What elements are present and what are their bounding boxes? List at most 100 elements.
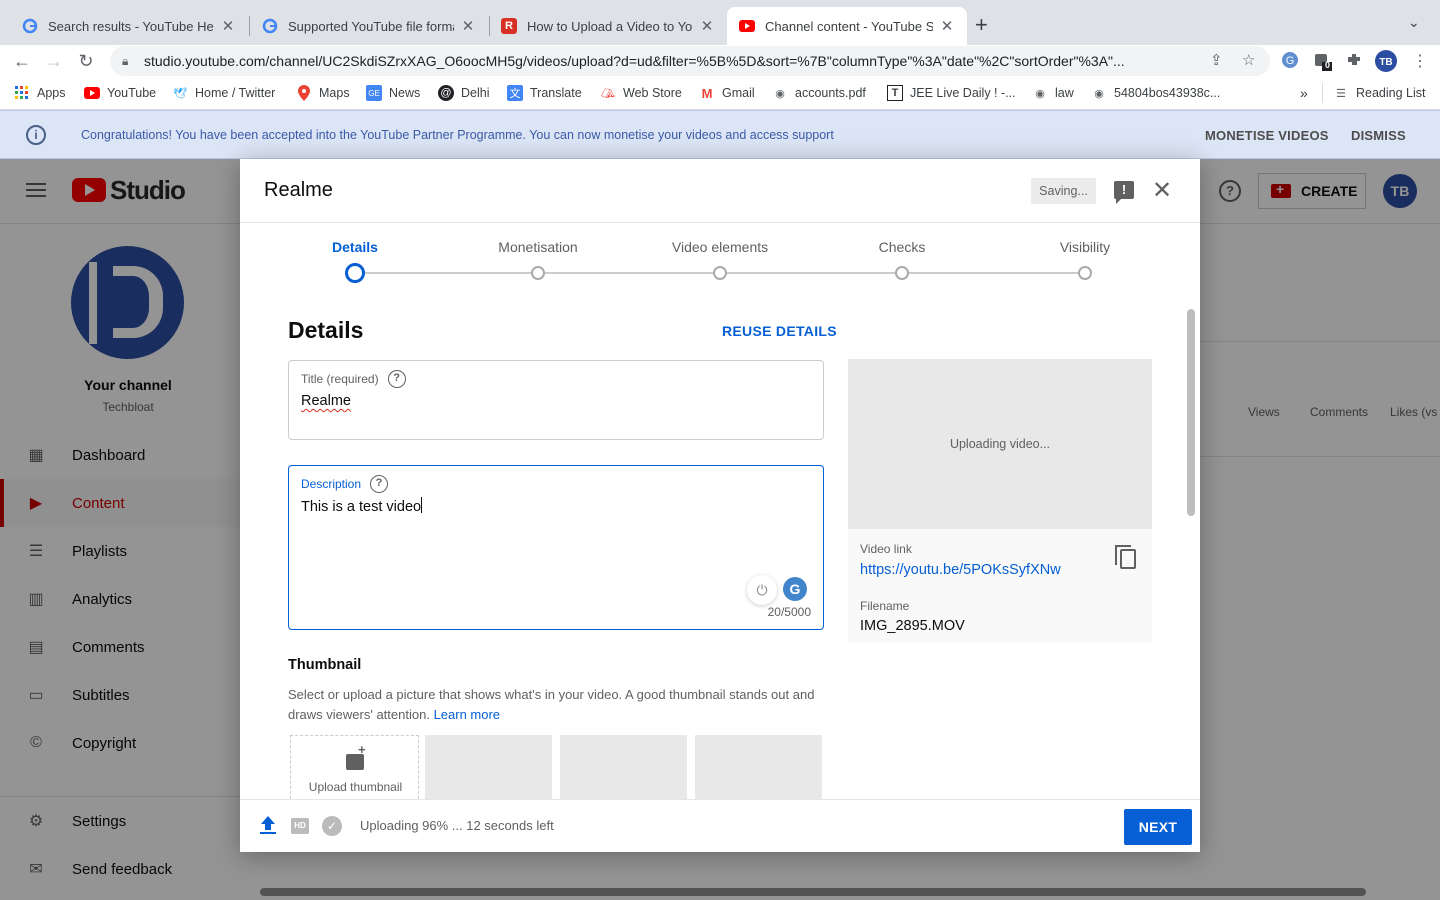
close-icon[interactable]: ✕ [1152, 177, 1172, 205]
thumbnail-heading: Thumbnail [288, 657, 362, 673]
hd-processing-icon[interactable]: HD [291, 818, 309, 834]
bookmarks-overflow-chevron-icon[interactable]: » [1300, 85, 1308, 101]
help-icon[interactable]: ? [387, 370, 406, 388]
upload-progress-text: Uploading 96% ... 12 seconds left [360, 818, 554, 833]
learn-more-link[interactable]: Learn more [434, 707, 500, 722]
close-tab-icon[interactable]: ✕ [460, 17, 476, 35]
step-dot-checks[interactable] [895, 266, 909, 280]
browser-menu-icon[interactable]: ⋮ [1412, 51, 1432, 71]
description-input[interactable]: This is a test video [301, 497, 423, 515]
r-site-icon: R [501, 18, 517, 34]
step-visibility[interactable]: Visibility [1015, 239, 1155, 255]
reading-list-icon: ☰ [1336, 87, 1346, 100]
help-icon[interactable]: ? [370, 475, 389, 493]
vertical-scrollbar[interactable] [1187, 309, 1195, 516]
step-details[interactable]: Details [285, 239, 425, 255]
step-checks[interactable]: Checks [832, 239, 972, 255]
close-tab-icon[interactable]: ✕ [220, 17, 236, 35]
thumbnail-option[interactable] [560, 735, 687, 799]
globe-icon: ◉ [1094, 87, 1104, 100]
title-field[interactable]: Title (required)? Realme [288, 360, 824, 440]
share-icon[interactable]: ⇪ [1210, 51, 1223, 69]
description-field[interactable]: Description? This is a test video ⏻ G 20… [288, 465, 824, 630]
power-icon[interactable]: ⏻ [747, 575, 777, 605]
globe-icon: ◉ [1035, 87, 1045, 100]
svg-text:G: G [1286, 55, 1295, 67]
add-image-icon [346, 742, 366, 770]
step-monetisation[interactable]: Monetisation [468, 239, 608, 255]
dismiss-button[interactable]: DISMISS [1351, 128, 1406, 143]
video-preview-card: Uploading video... Video link https://yo… [848, 359, 1152, 643]
step-dot-visibility[interactable] [1078, 266, 1092, 280]
step-dot-details[interactable] [345, 263, 365, 283]
title-field-label: Title (required)? [301, 370, 406, 388]
extension-badge-count: 0 [1325, 60, 1331, 70]
browser-tab[interactable]: Search results - YouTube Help ✕ [10, 7, 248, 45]
bookmark-web-store[interactable]: ⛺︎ Web Store [600, 85, 682, 101]
thumbnail-option[interactable] [695, 735, 822, 799]
maps-pin-icon [296, 85, 312, 101]
bookmark-star-icon[interactable]: ☆ [1242, 51, 1255, 69]
reuse-details-button[interactable]: REUSE DETAILS [722, 323, 837, 339]
checks-complete-icon[interactable]: ✓ [322, 816, 342, 836]
bookmark-delhi[interactable]: @ Delhi [438, 85, 490, 101]
reading-list-button[interactable]: ☰ Reading List [1333, 85, 1425, 101]
bookmark-youtube[interactable]: YouTube [84, 85, 156, 101]
browser-tab[interactable]: Supported YouTube file formats ✕ [250, 7, 488, 45]
web-store-icon: ⛺︎ [601, 87, 615, 100]
step-dot-monetisation[interactable] [531, 266, 545, 280]
feedback-icon[interactable]: ! [1114, 181, 1134, 204]
bookmark-twitter[interactable]: 🕊︎ Home / Twitter [172, 85, 275, 101]
step-video-elements[interactable]: Video elements [650, 239, 790, 255]
puzzle-extensions-icon[interactable] [1345, 51, 1365, 71]
bookmark-54804bos[interactable]: ◉ 54804bos43938c... [1091, 85, 1220, 101]
news-icon: GE [366, 85, 382, 101]
dialog-footer: HD ✓ Uploading 96% ... 12 seconds left N… [240, 799, 1200, 852]
thumbnail-description: Select or upload a picture that shows wh… [288, 687, 815, 722]
description-field-label: Description? [301, 475, 389, 493]
thumbnail-option[interactable] [425, 735, 552, 799]
globe-icon: ◉ [775, 87, 785, 100]
upload-stepper: Details Monetisation Video elements Chec… [240, 223, 1200, 293]
bookmark-news[interactable]: GE News [366, 85, 420, 101]
close-tab-icon[interactable]: ✕ [699, 17, 715, 35]
title-input-value[interactable]: Realme [301, 393, 351, 409]
bookmark-jee[interactable]: T JEE Live Daily ! -... [887, 85, 1016, 101]
next-button[interactable]: NEXT [1124, 809, 1192, 845]
upload-arrow-icon[interactable] [260, 816, 276, 836]
browser-tab[interactable]: R How to Upload a Video to YouTube ✕ [489, 7, 727, 45]
tab-search-chevron-icon[interactable]: ⌄ [1408, 14, 1420, 31]
filename-value: IMG_2895.MOV [860, 618, 965, 634]
grammarly-icon[interactable]: G [783, 577, 807, 601]
reload-icon[interactable]: ↻ [74, 49, 98, 73]
step-dot-video-elements[interactable] [713, 266, 727, 280]
bookmark-maps[interactable]: Maps [296, 85, 350, 101]
back-arrow-icon[interactable]: ← [10, 49, 34, 73]
copy-icon[interactable] [1115, 545, 1136, 569]
bookmark-translate[interactable]: 文 Translate [507, 85, 582, 101]
google-icon [262, 18, 278, 34]
extension-badge-icon[interactable]: 0 [1313, 51, 1333, 71]
close-tab-icon[interactable]: ✕ [939, 17, 955, 35]
google-icon [22, 18, 38, 34]
bookmark-gmail[interactable]: M Gmail [699, 85, 755, 101]
forward-arrow-icon[interactable]: → [42, 49, 66, 73]
dialog-header: Realme Saving... ! ✕ [240, 159, 1200, 223]
grammarly-extension-icon[interactable]: G [1281, 51, 1301, 71]
character-counter: 20/5000 [767, 605, 811, 619]
bookmark-accounts-pdf[interactable]: ◉ accounts.pdf [772, 85, 866, 101]
browser-tab-active[interactable]: Channel content - YouTube Studio ✕ [727, 7, 967, 45]
url-text[interactable]: studio.youtube.com/channel/UC2SkdiSZrxXA… [144, 53, 1194, 69]
address-bar[interactable]: 🔒︎ studio.youtube.com/channel/UC2SkdiSZr… [110, 46, 1270, 76]
video-link-label: Video link [860, 542, 912, 556]
profile-avatar-icon[interactable]: TB [1374, 49, 1398, 73]
upload-thumbnail-button[interactable]: Upload thumbnail [290, 735, 419, 799]
video-link[interactable]: https://youtu.be/5POKsSyfXNw [860, 562, 1061, 578]
monetise-videos-button[interactable]: MONETISE VIDEOS [1205, 128, 1329, 143]
youtube-icon [84, 85, 100, 101]
bookmark-law[interactable]: ◉ law [1032, 85, 1074, 101]
partner-programme-banner: i Congratulations! You have been accepte… [0, 110, 1440, 159]
new-tab-icon[interactable]: + [975, 12, 988, 38]
bookmark-apps[interactable]: Apps [14, 85, 66, 101]
browser-tab-strip: Search results - YouTube Help ✕ Supporte… [0, 0, 1440, 45]
